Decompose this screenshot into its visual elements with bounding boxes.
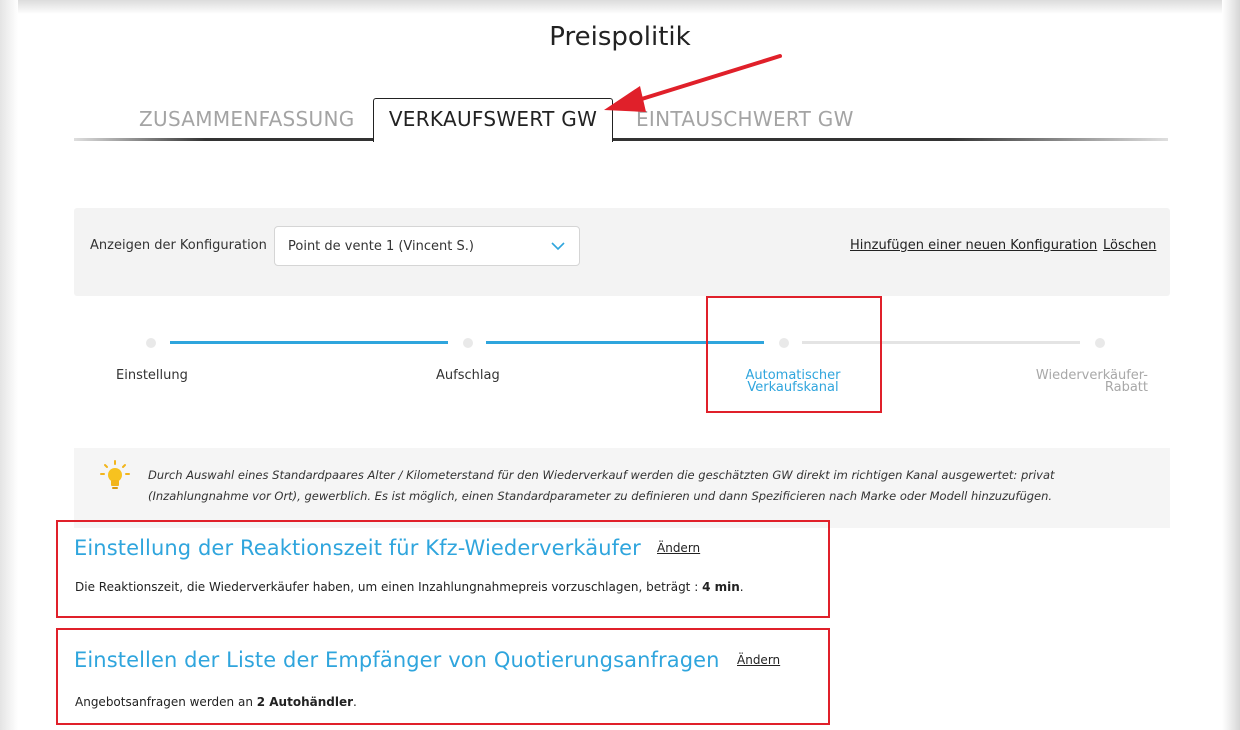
step-label-line2: Rabatt bbox=[1104, 380, 1148, 395]
annotation-highlight-box bbox=[56, 520, 830, 618]
info-text: Durch Auswahl eines Standardpaares Alter… bbox=[148, 468, 1055, 503]
step-dot-4 bbox=[1095, 338, 1105, 348]
step-wiederverkaeufer-rabatt[interactable]: Wiederverkäufer- Rabatt bbox=[1010, 369, 1148, 395]
add-configuration-link[interactable]: Hinzufügen einer neuen Konfiguration bbox=[850, 238, 1097, 253]
step-aufschlag[interactable]: Aufschlag bbox=[436, 369, 500, 382]
window-right-shadow bbox=[1222, 0, 1240, 730]
step-dot-1 bbox=[146, 338, 156, 348]
annotation-arrow-icon bbox=[604, 54, 782, 112]
tab-bar-underline bbox=[74, 138, 1168, 141]
annotation-highlight-box bbox=[706, 296, 882, 413]
configuration-select[interactable]: Point de vente 1 (Vincent S.) bbox=[274, 226, 580, 266]
annotation-highlight-box bbox=[56, 628, 830, 725]
lightbulb-icon bbox=[100, 460, 130, 489]
window-top-shadow bbox=[0, 0, 1240, 14]
chevron-down-icon bbox=[551, 242, 565, 251]
step-dot-2 bbox=[463, 338, 473, 348]
tab-verkaufswert-gw[interactable]: VERKAUFSWERT GW bbox=[373, 98, 613, 142]
window-left-shadow bbox=[0, 0, 18, 730]
configuration-label: Anzeigen der Konfiguration bbox=[90, 238, 267, 253]
tab-zusammenfassung[interactable]: ZUSAMMENFASSUNG bbox=[139, 100, 355, 138]
info-box: Durch Auswahl eines Standardpaares Alter… bbox=[74, 448, 1170, 528]
configuration-select-value: Point de vente 1 (Vincent S.) bbox=[288, 239, 474, 254]
configuration-panel: Anzeigen der Konfiguration Point de vent… bbox=[74, 208, 1170, 296]
delete-configuration-link[interactable]: Löschen bbox=[1103, 238, 1156, 253]
step-einstellung[interactable]: Einstellung bbox=[116, 369, 188, 382]
page-title: Preispolitik bbox=[549, 22, 691, 52]
step-connector-1 bbox=[170, 341, 448, 344]
